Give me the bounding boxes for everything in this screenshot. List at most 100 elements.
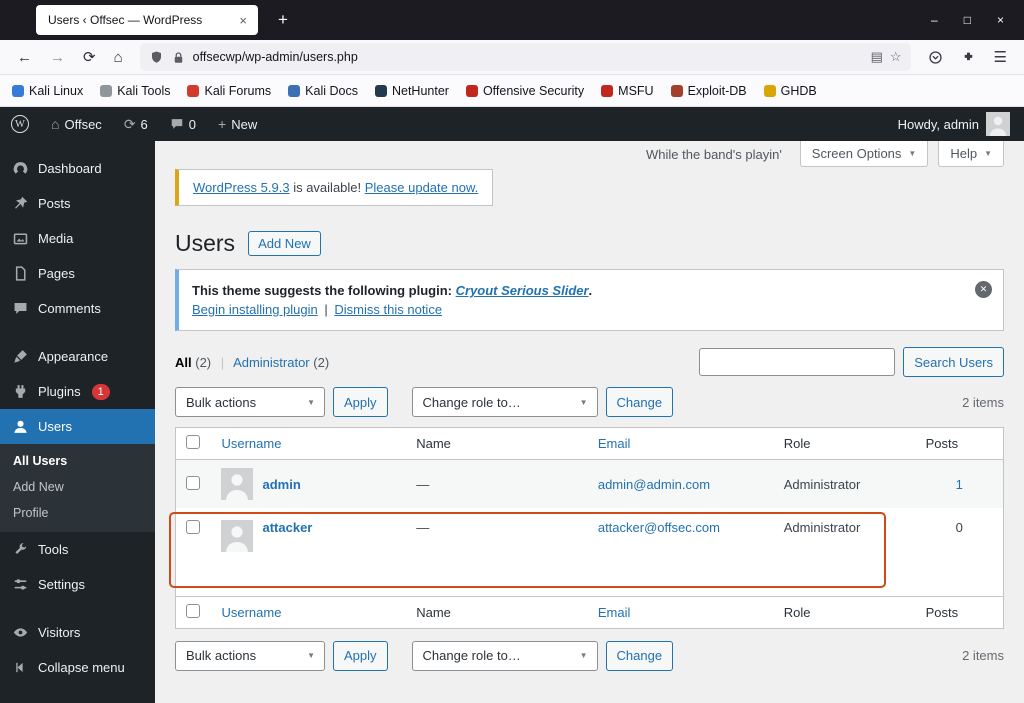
bookmark-offensive-security[interactable]: Offensive Security [465, 84, 584, 98]
select-all-checkbox[interactable] [186, 435, 200, 449]
email-link[interactable]: admin@admin.com [598, 477, 710, 492]
main-content: While the band's playin' Screen Options … [155, 141, 1024, 703]
sidebar-item-pages[interactable]: Pages [0, 256, 155, 291]
sidebar-item-appearance[interactable]: Appearance [0, 339, 155, 374]
apply-button[interactable]: Apply [333, 640, 388, 671]
tablenav-bottom: Bulk actions ▼ Apply Change role to… ▼ C… [175, 640, 1004, 671]
search-input[interactable] [699, 348, 896, 376]
screen-options-button[interactable]: Screen Options ▼ [799, 141, 929, 167]
bookmark-ghdb[interactable]: GHDB [763, 84, 817, 98]
close-button[interactable]: × [997, 13, 1004, 27]
new-tab-button[interactable]: + [272, 10, 294, 30]
comments-bubble-icon [170, 117, 184, 131]
posts-count-link[interactable]: 1 [956, 477, 963, 492]
updates-icon: ⟳ [123, 115, 136, 132]
pocket-icon[interactable] [921, 50, 950, 65]
extensions-icon[interactable] [954, 50, 983, 65]
minimize-button[interactable]: – [931, 13, 938, 27]
exploit-db-icon [670, 84, 683, 97]
plugin-link[interactable]: Cryout Serious Slider [456, 283, 589, 298]
lock-icon[interactable] [171, 50, 186, 65]
reload-button[interactable]: ⟳ [76, 48, 103, 66]
site-menu[interactable]: ⌂ Offsec [40, 107, 113, 141]
sidebar-item-media[interactable]: Media [0, 221, 155, 256]
sort-email-header[interactable]: Email [598, 605, 631, 620]
avatar [221, 520, 254, 552]
sort-username-header[interactable]: Username [221, 605, 281, 620]
add-new-button[interactable]: Add New [248, 231, 321, 256]
tracking-shield-icon[interactable] [149, 50, 164, 65]
ghdb-icon [763, 84, 776, 97]
kali-docs-icon [288, 84, 301, 97]
change-button[interactable]: Change [605, 387, 674, 417]
begin-installing-link[interactable]: Begin installing plugin [192, 302, 318, 317]
username-link[interactable]: admin [262, 477, 300, 492]
my-account-menu[interactable]: Howdy, admin [884, 112, 1024, 136]
bookmark-kali-forums[interactable]: Kali Forums [187, 84, 271, 98]
update-now-link[interactable]: Please update now. [365, 180, 478, 195]
updates-menu[interactable]: ⟳ 6 [113, 107, 159, 141]
bookmark-kali-docs[interactable]: Kali Docs [288, 84, 358, 98]
users-table: Username Name Email Role Posts admin — a… [175, 427, 1004, 629]
search-users-button[interactable]: Search Users [903, 347, 1004, 377]
change-role-select[interactable]: Change role to… ▼ [411, 387, 598, 417]
apply-button[interactable]: Apply [333, 387, 388, 417]
user-row-admin: admin — admin@admin.com Administrator 1 [175, 459, 1004, 508]
bulk-actions-select[interactable]: Bulk actions ▼ [175, 387, 325, 417]
wordpress-version-link[interactable]: WordPress 5.9.3 [193, 180, 290, 195]
submenu-profile[interactable]: Profile [0, 500, 155, 526]
row-checkbox[interactable] [186, 475, 200, 490]
tab-close-icon[interactable]: × [236, 13, 250, 28]
wp-logo-menu[interactable]: W [0, 107, 40, 141]
sidebar-item-plugins[interactable]: Plugins 1 [0, 374, 155, 409]
maximize-button[interactable]: □ [964, 13, 971, 27]
sort-email-header[interactable]: Email [598, 436, 631, 451]
users-icon [12, 418, 29, 435]
bookmark-msfu[interactable]: MSFU [601, 84, 654, 98]
reader-view-icon[interactable]: ▤ [871, 49, 883, 65]
change-button[interactable]: Change [605, 640, 674, 671]
sidebar-item-tools[interactable]: Tools [0, 532, 155, 567]
home-button[interactable]: ⌂ [107, 49, 130, 66]
browser-tab-bar: Users ‹ Offsec — WordPress × + – □ × [0, 0, 1024, 40]
sidebar-item-settings[interactable]: Settings [0, 567, 155, 602]
bookmark-kali-tools[interactable]: Kali Tools [100, 84, 170, 98]
menu-icon[interactable]: ☰ [987, 48, 1014, 66]
new-content-menu[interactable]: + New [207, 107, 268, 141]
theme-notice: This theme suggests the following plugin… [175, 269, 1004, 331]
sidebar-item-users[interactable]: Users [0, 409, 155, 444]
view-filters: All (2) | Administrator (2) [175, 354, 330, 370]
back-button[interactable]: ← [10, 49, 39, 66]
submenu-all-users[interactable]: All Users [0, 448, 155, 474]
select-all-checkbox[interactable] [186, 603, 200, 618]
filter-all[interactable]: All [175, 355, 192, 370]
bookmark-kali-linux[interactable]: Kali Linux [12, 84, 83, 98]
sidebar-item-dashboard[interactable]: Dashboard [0, 151, 155, 186]
username-link[interactable]: attacker [262, 520, 312, 535]
bookmark-exploit-db[interactable]: Exploit-DB [670, 84, 747, 98]
bulk-actions-select[interactable]: Bulk actions ▼ [175, 640, 325, 671]
sidebar-item-comments[interactable]: Comments [0, 291, 155, 326]
submenu-add-new[interactable]: Add New [0, 474, 155, 500]
url-bar[interactable]: offsecwp/wp-admin/users.php ▤ ☆ [139, 43, 911, 71]
change-role-select[interactable]: Change role to… ▼ [411, 640, 598, 671]
bookmark-star-icon[interactable]: ☆ [890, 49, 902, 65]
wp-admin-bar: W ⌂ Offsec ⟳ 6 0 + New Howdy, admin [0, 107, 1024, 141]
filter-administrator[interactable]: Administrator [233, 355, 310, 370]
forward-button[interactable]: → [43, 49, 72, 66]
sidebar-item-visitors[interactable]: Visitors [0, 615, 155, 650]
sidebar-item-collapse-menu[interactable]: Collapse menu [0, 650, 155, 685]
posts-count: 0 [955, 520, 963, 535]
page-title: Users [175, 230, 236, 256]
msfu-icon [601, 84, 614, 97]
browser-tab[interactable]: Users ‹ Offsec — WordPress × [36, 5, 258, 35]
sort-username-header[interactable]: Username [221, 436, 281, 451]
comments-menu[interactable]: 0 [159, 107, 207, 141]
email-link[interactable]: attacker@offsec.com [598, 520, 720, 535]
help-button[interactable]: Help ▼ [938, 141, 1004, 167]
dismiss-notice-link[interactable]: Dismiss this notice [334, 302, 442, 317]
dismiss-icon[interactable]: ✕ [975, 281, 992, 298]
sidebar-item-posts[interactable]: Posts [0, 186, 155, 221]
bookmark-nethunter[interactable]: NetHunter [374, 84, 449, 98]
row-checkbox[interactable] [186, 520, 200, 534]
